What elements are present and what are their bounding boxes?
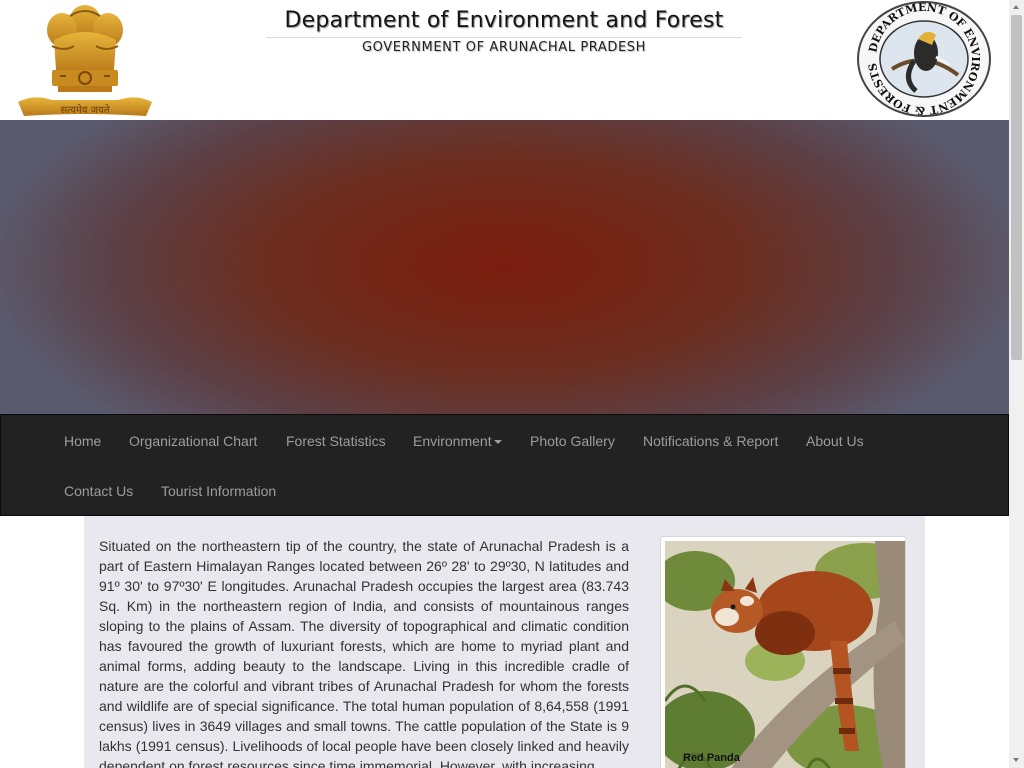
- hero-banner: [0, 120, 1009, 414]
- title-divider: [266, 37, 742, 38]
- nav-about-us[interactable]: About Us: [806, 431, 864, 451]
- nav-tourist-information[interactable]: Tourist Information: [161, 481, 276, 501]
- scrollbar-thumb[interactable]: [1011, 15, 1022, 360]
- site-subtitle: GOVERNMENT OF ARUNACHAL PRADESH: [361, 40, 647, 55]
- red-panda-photo[interactable]: Red Panda: [665, 541, 905, 768]
- nav-organizational-chart[interactable]: Organizational Chart: [129, 431, 257, 451]
- photo-card: Red Panda: [660, 536, 906, 768]
- main-content: Situated on the northeastern tip of the …: [84, 516, 925, 768]
- nav-environment-label: Environment: [413, 433, 492, 449]
- nav-environment-dropdown[interactable]: Environment: [413, 431, 502, 451]
- national-emblem-logo[interactable]: सत्यमेव जयते: [14, 0, 156, 120]
- nav-forest-statistics[interactable]: Forest Statistics: [286, 431, 386, 451]
- page-scrollbar[interactable]: [1009, 0, 1024, 768]
- site-title: Department of Environment and Forest: [284, 8, 724, 33]
- scroll-up-arrow-icon[interactable]: [1009, 0, 1024, 15]
- photo-caption: Red Panda: [683, 752, 740, 764]
- nav-notifications-report[interactable]: Notifications & Report: [643, 431, 778, 451]
- intro-paragraph: Situated on the northeastern tip of the …: [99, 538, 629, 768]
- scroll-down-arrow-icon[interactable]: [1009, 753, 1024, 768]
- department-seal-logo[interactable]: DEPARTMENT OF ENVIRONMENT & FORESTS (AP): [851, 0, 992, 118]
- nav-photo-gallery[interactable]: Photo Gallery: [530, 431, 615, 451]
- site-header: सत्यमेव जयते Department of Environment a…: [0, 0, 1009, 120]
- emblem-motto: सत्यमेव जयते: [60, 104, 109, 116]
- main-navbar: Home Organizational Chart Forest Statist…: [0, 414, 1009, 516]
- site-title-block: Department of Environment and Forest GOV…: [266, 8, 742, 55]
- caret-down-icon: [493, 440, 502, 445]
- nav-contact-us[interactable]: Contact Us: [64, 481, 133, 501]
- nav-home[interactable]: Home: [64, 431, 101, 451]
